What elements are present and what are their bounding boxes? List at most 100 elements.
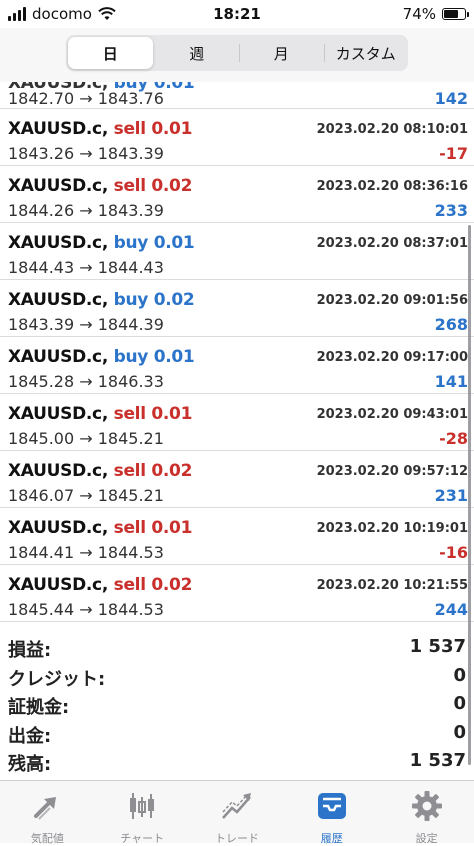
trade-side: buy 0.02 <box>114 290 195 310</box>
trade-row[interactable]: XAUUSD.c, sell 0.02 2023.02.20 08:36:16 18… <box>0 166 474 223</box>
trade-history-list[interactable]: XAUUSD.c, buy 0.01 1842.70 → 1843.76 142… <box>0 82 474 632</box>
trade-symbol: XAUUSD.c, <box>8 347 108 367</box>
trade-volume: 0.01 <box>153 347 195 367</box>
summary-row: 出金: 0 <box>0 718 474 747</box>
trade-row[interactable]: XAUUSD.c, sell 0.02 2023.02.20 10:21:55 18… <box>0 565 474 622</box>
trade-row[interactable]: XAUUSD.c, sell 0.02 2023.02.20 09:57:12 18… <box>0 451 474 508</box>
trade-side-label: sell <box>113 518 146 538</box>
trade-row-partial[interactable]: XAUUSD.c, buy 0.01 1842.70 → 1843.76 142 <box>0 82 474 109</box>
trade-symbol: XAUUSD.c, <box>8 290 108 310</box>
trade-prices: 1843.26 → 1843.39 <box>8 144 164 163</box>
trade-side: sell 0.01 <box>113 518 193 538</box>
trade-profit: 233 <box>434 201 468 220</box>
trade-row[interactable]: XAUUSD.c, buy 0.01 2023.02.20 08:37:01 184… <box>0 223 474 280</box>
period-segmented-control: 日週月カスタム <box>66 35 408 71</box>
tab-label: 履歴 <box>320 832 343 845</box>
summary-row: クレジット: 0 <box>0 661 474 690</box>
candlestick-chart-icon <box>125 789 159 827</box>
trade-prices: 1845.28 → 1846.33 <box>8 372 164 391</box>
summary-label: 損益: <box>8 640 52 661</box>
status-bar: docomo 18:21 74% <box>0 0 474 28</box>
trade-datetime: 2023.02.20 08:36:16 <box>316 179 468 194</box>
segment-tab[interactable]: カスタム <box>323 35 409 71</box>
tab-label: トレード <box>214 832 259 845</box>
trade-profit: -28 <box>439 429 468 448</box>
trade-prices: 1843.39 → 1844.39 <box>8 315 164 334</box>
trade-symbol: XAUUSD.c, <box>8 176 108 196</box>
tab-quotes-arrows[interactable]: 気配値 <box>0 781 95 845</box>
trade-profit: 244 <box>434 600 468 619</box>
trade-volume: 0.02 <box>153 290 195 310</box>
trade-side-label: sell <box>113 575 146 595</box>
trade-row[interactable]: XAUUSD.c, sell 0.01 2023.02.20 08:10:01 18… <box>0 109 474 166</box>
trade-side-label: sell <box>113 404 146 424</box>
segment-tab[interactable]: 月 <box>239 35 324 71</box>
trade-profit: 231 <box>434 486 468 505</box>
summary-value: 0 <box>453 721 466 743</box>
tab-history-inbox[interactable]: 履歴 <box>284 781 379 845</box>
trade-symbol-line: XAUUSD.c, buy 0.01 <box>8 233 195 253</box>
quotes-arrows-icon <box>30 789 64 827</box>
trade-row[interactable]: XAUUSD.c, sell 0.01 2023.02.20 09:43:01 18… <box>0 394 474 451</box>
trade-datetime: 2023.02.20 09:43:01 <box>316 407 468 422</box>
trade-volume: 0.01 <box>151 119 193 139</box>
summary-label: 残高: <box>8 754 52 775</box>
trade-side-label: sell <box>113 176 146 196</box>
trade-prices: 1845.44 → 1844.53 <box>8 600 164 619</box>
trade-side: buy 0.01 <box>114 233 195 253</box>
summary-label: 出金: <box>8 725 52 747</box>
tab-gear[interactable]: 設定 <box>379 781 474 845</box>
trade-datetime: 2023.02.20 08:10:01 <box>316 122 468 137</box>
trade-volume: 0.02 <box>151 575 193 595</box>
summary-row: 証拠金: 0 <box>0 689 474 718</box>
trade-prices: 1846.07 → 1845.21 <box>8 486 164 505</box>
history-inbox-icon <box>315 789 349 827</box>
trade-profit: 142 <box>434 89 468 108</box>
trade-side-label: buy <box>113 347 149 367</box>
segment-tab[interactable]: 日 <box>68 37 153 69</box>
trade-datetime: 2023.02.20 10:19:01 <box>316 521 468 536</box>
trade-symbol: XAUUSD.c, <box>8 461 108 481</box>
trade-volume: 0.01 <box>151 404 193 424</box>
trade-volume: 0.01 <box>151 518 193 538</box>
trade-datetime: 2023.02.20 09:17:00 <box>316 350 468 365</box>
trade-side-label: sell <box>113 119 146 139</box>
trade-datetime: 2023.02.20 10:21:55 <box>316 578 468 593</box>
trade-prices: 1844.41 → 1844.53 <box>8 543 164 562</box>
tab-trade-line[interactable]: トレード <box>190 781 285 845</box>
summary-value: 1 537 <box>409 750 466 771</box>
battery-percent: 74% <box>402 5 436 23</box>
trade-side-label: buy <box>113 290 149 310</box>
trade-volume: 0.01 <box>153 233 195 253</box>
trade-side-label: buy <box>113 233 149 253</box>
trade-symbol: XAUUSD.c, <box>8 233 108 253</box>
tab-candlestick-chart[interactable]: チャート <box>95 781 190 845</box>
trade-side: sell 0.02 <box>113 176 193 196</box>
summary-label: クレジット: <box>8 668 106 690</box>
tab-label: チャート <box>120 832 165 845</box>
trade-side: buy 0.01 <box>114 347 195 367</box>
trade-datetime: 2023.02.20 08:37:01 <box>316 236 468 251</box>
tab-label: 気配値 <box>30 832 64 845</box>
trade-symbol: XAUUSD.c, <box>8 404 108 424</box>
trade-side: sell 0.01 <box>113 119 193 139</box>
trade-prices: 1842.70 → 1843.76 <box>8 89 164 108</box>
trade-symbol-line: XAUUSD.c, buy 0.02 <box>8 290 195 310</box>
battery-icon <box>442 8 469 20</box>
summary-value: 0 <box>453 664 466 686</box>
summary-row: 残高: 1 537 <box>0 746 474 775</box>
tab-label: 設定 <box>415 832 438 845</box>
trade-symbol: XAUUSD.c, <box>8 119 108 139</box>
trade-row[interactable]: XAUUSD.c, buy 0.01 2023.02.20 09:17:00 184… <box>0 337 474 394</box>
trade-prices: 1845.00 → 1845.21 <box>8 429 164 448</box>
trade-profit: 141 <box>434 372 468 391</box>
gear-icon <box>410 789 444 827</box>
segment-tab[interactable]: 週 <box>155 35 240 71</box>
trade-row[interactable]: XAUUSD.c, buy 0.02 2023.02.20 09:01:56 184… <box>0 280 474 337</box>
trade-row[interactable]: XAUUSD.c, sell 0.01 2023.02.20 10:19:01 18… <box>0 508 474 565</box>
trade-symbol-line: XAUUSD.c, sell 0.02 <box>8 176 192 196</box>
trade-symbol: XAUUSD.c, <box>8 575 108 595</box>
trade-line-icon <box>220 789 254 827</box>
trade-datetime: 2023.02.20 09:01:56 <box>316 293 468 308</box>
trade-symbol-line: XAUUSD.c, sell 0.02 <box>8 461 192 481</box>
